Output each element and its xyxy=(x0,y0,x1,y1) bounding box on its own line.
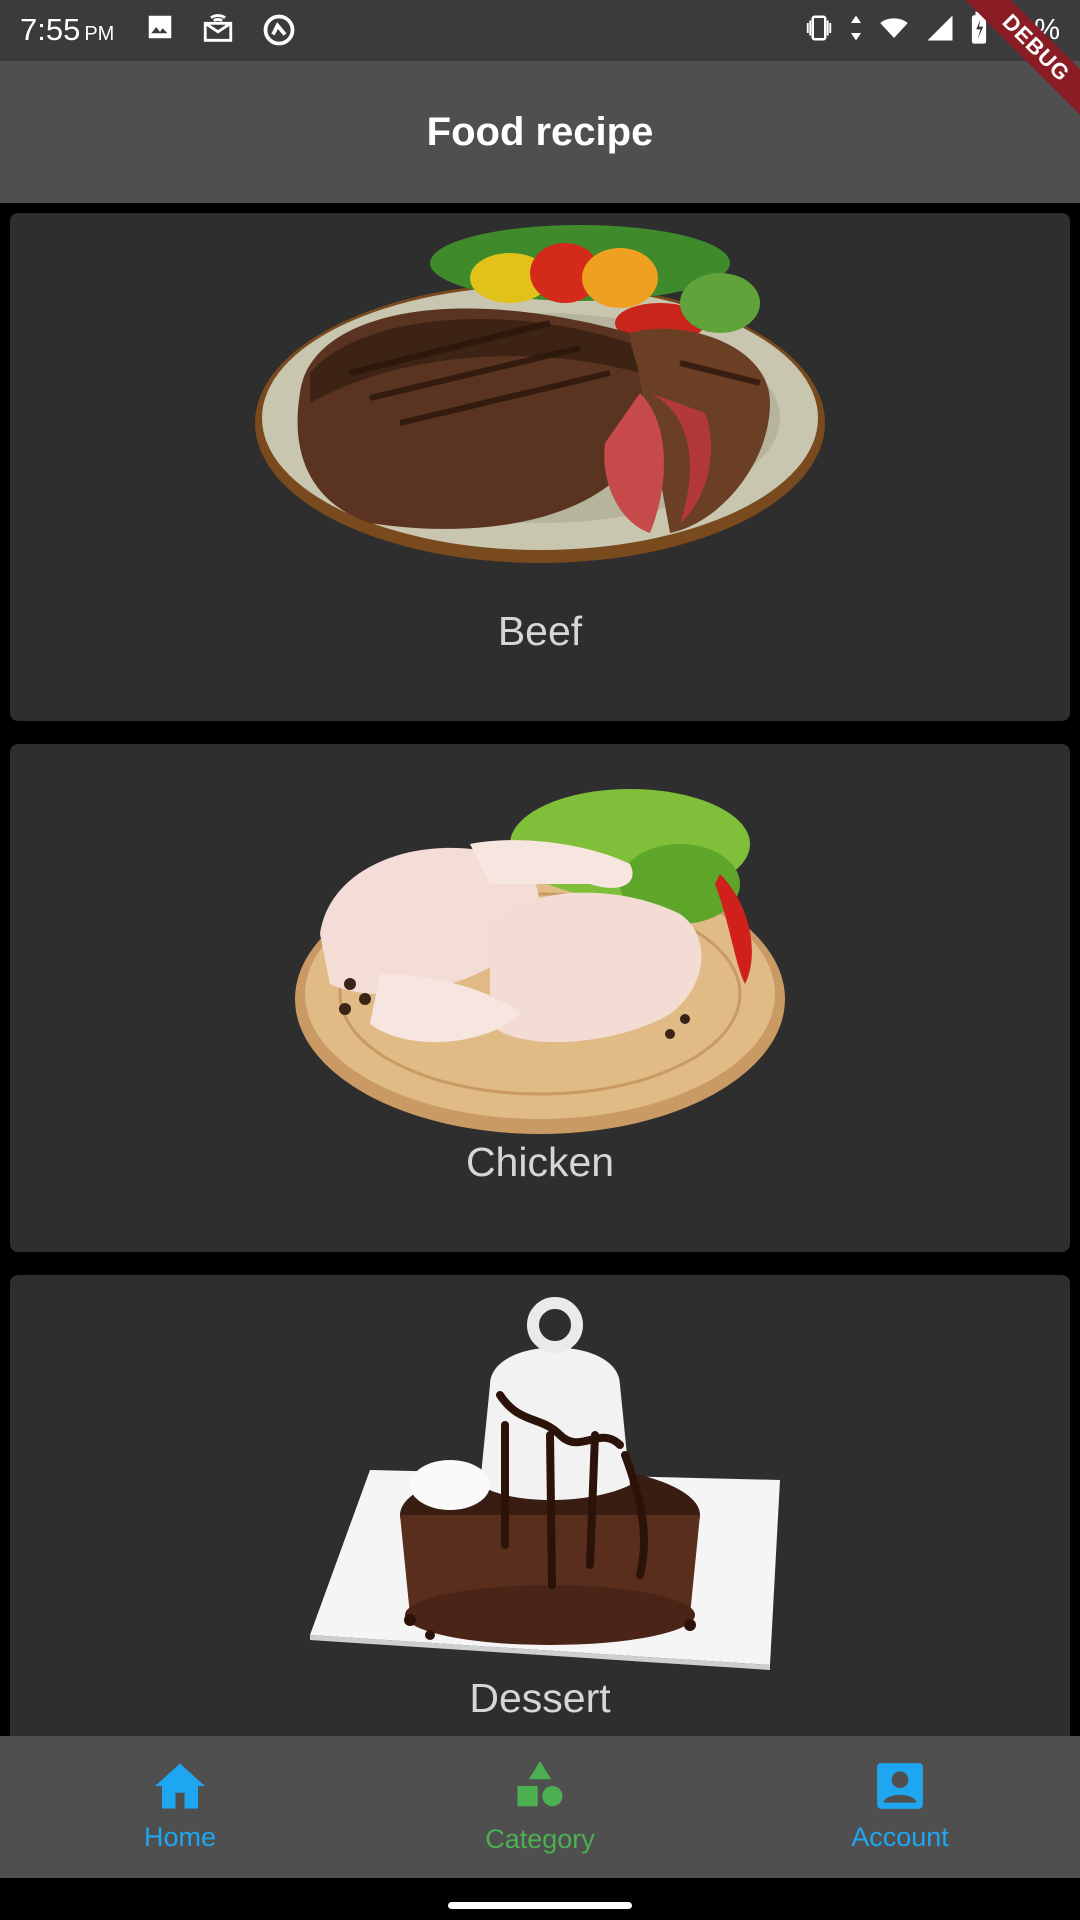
status-time: 7:55 PM xyxy=(20,10,114,54)
nav-label-account: Account xyxy=(851,1822,949,1852)
vibrate-icon xyxy=(802,13,836,48)
mail-notification-icon xyxy=(201,12,235,53)
category-label: Beef xyxy=(497,608,583,654)
gesture-area xyxy=(0,1878,1080,1920)
nav-item-account[interactable]: Account xyxy=(720,1736,1080,1878)
sync-notification-icon xyxy=(261,12,297,53)
category-label: Dessert xyxy=(469,1675,611,1721)
category-list[interactable]: Beef Chicken Dessert xyxy=(0,203,1080,1736)
account-box-icon xyxy=(875,1761,925,1816)
category-card-beef[interactable]: Beef xyxy=(10,213,1070,721)
notification-icons xyxy=(145,12,297,53)
screen: 7:55 PM DEBUG Food recipe Beef Chicken D… xyxy=(0,0,1080,1920)
dessert-cake-image xyxy=(290,1295,790,1675)
category-label: Chicken xyxy=(465,1139,615,1185)
nav-item-home[interactable]: Home xyxy=(0,1736,360,1878)
category-shapes-icon xyxy=(513,1759,567,1818)
image-notification-icon xyxy=(145,12,175,53)
page-title: Food recipe xyxy=(426,109,654,154)
beef-steak-image xyxy=(250,223,830,583)
status-ampm: PM xyxy=(84,23,115,45)
status-time-value: 7:55 xyxy=(20,12,81,47)
chicken-legs-image xyxy=(290,774,790,1144)
home-icon xyxy=(153,1761,207,1816)
status-bar: 7:55 PM xyxy=(0,0,1080,61)
data-arrows-icon xyxy=(848,13,864,48)
app-bar: Food recipe xyxy=(0,61,1080,203)
nav-label-home: Home xyxy=(143,1822,217,1852)
nav-item-category[interactable]: Category xyxy=(360,1736,720,1878)
home-gesture-bar[interactable] xyxy=(448,1902,632,1909)
category-card-chicken[interactable]: Chicken xyxy=(10,744,1070,1252)
wifi-icon xyxy=(876,13,912,48)
cell-signal-icon xyxy=(924,13,956,48)
nav-label-category: Category xyxy=(485,1824,595,1854)
category-card-dessert[interactable]: Dessert xyxy=(10,1275,1070,1736)
bottom-navigation: Home Category Account xyxy=(0,1736,1080,1878)
